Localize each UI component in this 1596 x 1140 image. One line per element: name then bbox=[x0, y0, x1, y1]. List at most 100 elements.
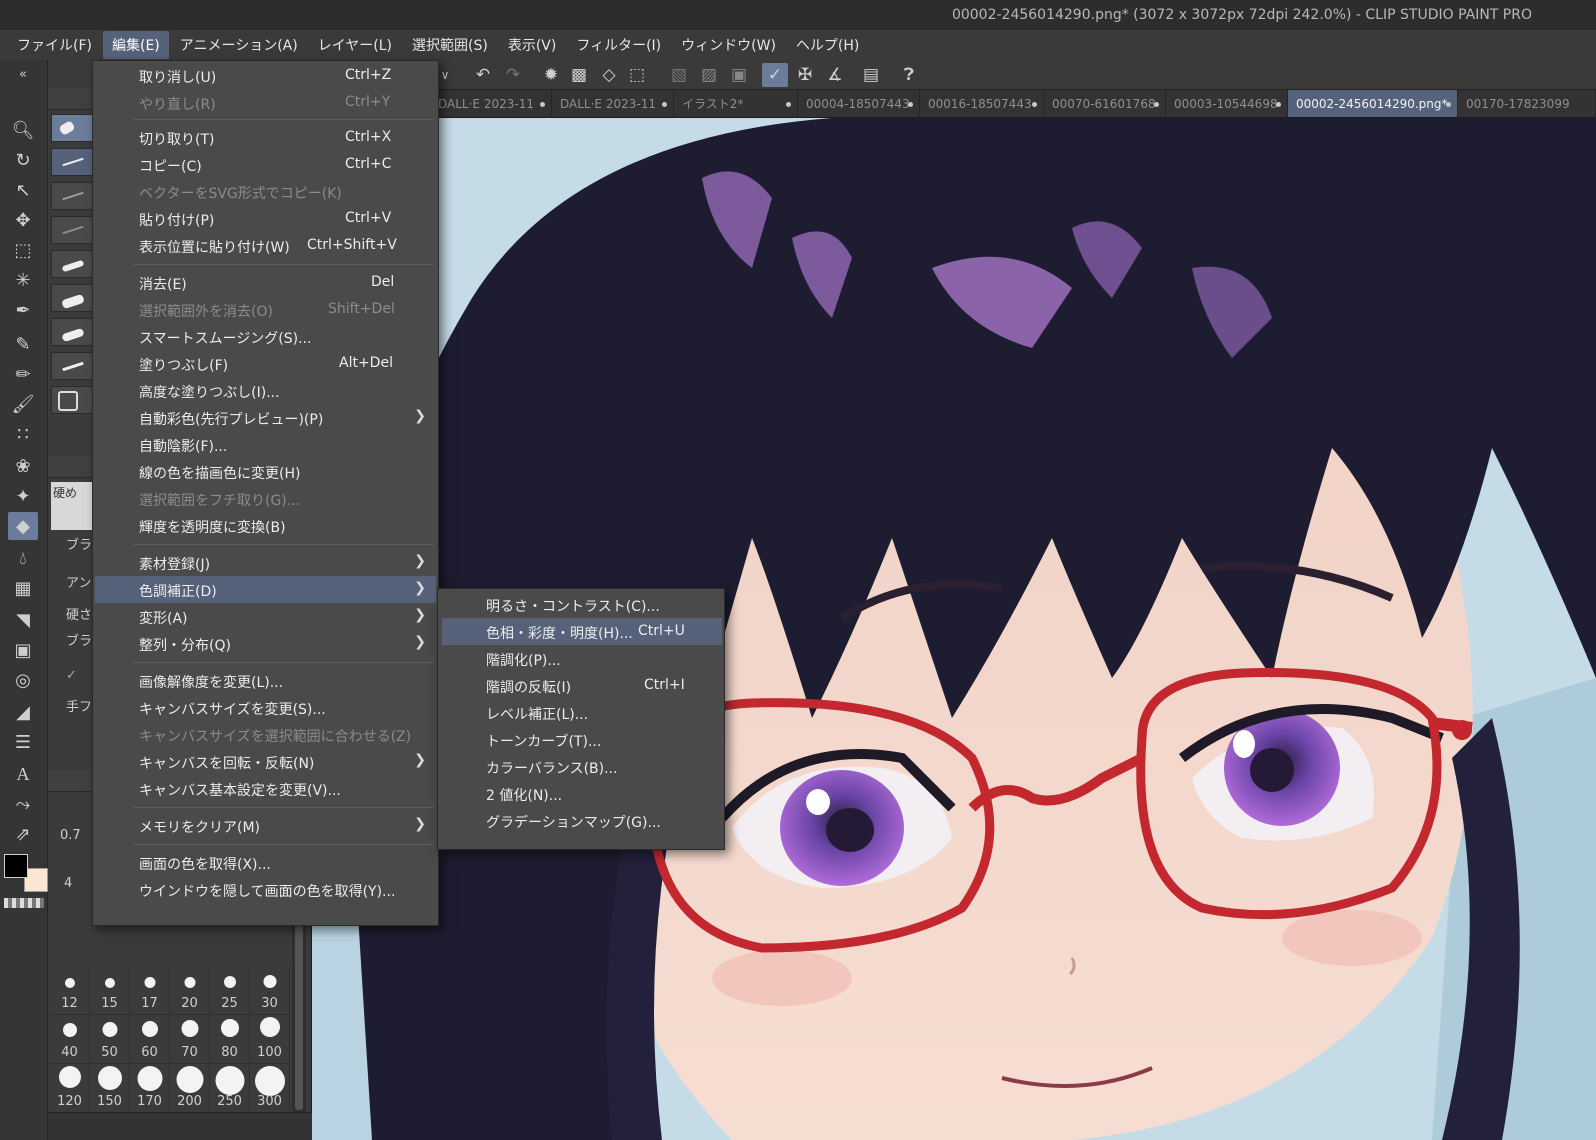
lasso-fill-icon[interactable]: ◎ bbox=[8, 666, 38, 694]
rotate-tool-icon[interactable]: ↻ bbox=[8, 146, 38, 174]
tab-doc-active[interactable]: 00002-2456014290.png* bbox=[1288, 90, 1458, 117]
balloon-tool-icon[interactable]: ⤳ bbox=[8, 790, 38, 818]
menu-undo[interactable]: 取り消し(U) Ctrl+Z bbox=[95, 62, 436, 89]
menu-auto-color[interactable]: 自動彩色(先行プレビュー)(P) ❯ bbox=[95, 404, 436, 431]
pen-tool-icon[interactable]: ✎ bbox=[8, 330, 38, 358]
tab-doc-2[interactable]: DALL·E 2023-11 bbox=[552, 90, 674, 117]
menu-edit[interactable]: 編集(E) bbox=[102, 31, 169, 59]
menu-tonal-correction[interactable]: 色調補正(D) ❯ bbox=[95, 576, 436, 603]
brush-size-cell[interactable]: 17 bbox=[130, 966, 170, 1015]
menu-level-correction[interactable]: レベル補正(L)... bbox=[442, 699, 722, 726]
main-color-swatch[interactable] bbox=[4, 854, 28, 878]
tab-doc-3[interactable]: イラスト2* bbox=[674, 90, 798, 117]
menu-clear[interactable]: 消去(E) Del bbox=[95, 269, 436, 296]
brush-size-cell[interactable]: 250 bbox=[210, 1064, 250, 1113]
subtool-brush-2[interactable] bbox=[51, 182, 93, 210]
brush-size-cell[interactable]: 15 bbox=[90, 966, 130, 1015]
subtool-brush-5[interactable] bbox=[51, 284, 93, 312]
menu-copy[interactable]: コピー(C) Ctrl+C bbox=[95, 151, 436, 178]
brush-size-cell[interactable]: 150 bbox=[90, 1064, 130, 1113]
crop-icon[interactable]: ▣ bbox=[726, 63, 752, 87]
menu-auto-shading[interactable]: 自動陰影(F)... bbox=[95, 431, 436, 458]
object-tool-icon[interactable]: ↖ bbox=[8, 176, 38, 204]
menu-clear-outside[interactable]: 選択範囲外を消去(O) Shift+Del bbox=[95, 296, 436, 323]
menu-advanced-fill[interactable]: 高度な塗りつぶし(I)... bbox=[95, 377, 436, 404]
clear-outside-icon[interactable]: ▧ bbox=[666, 63, 692, 87]
eraser-tool-icon[interactable]: ◆ bbox=[8, 512, 38, 540]
menu-smart-smoothing[interactable]: スマートスムージング(S)... bbox=[95, 323, 436, 350]
menu-hide-window-obtain-color[interactable]: ウインドウを隠して画面の色を取得(Y)... bbox=[95, 876, 436, 903]
blend-tool-icon[interactable]: 💧︎ bbox=[8, 544, 38, 572]
transform-icon[interactable]: ⬚ bbox=[624, 63, 650, 87]
fill-icon[interactable]: ◇ bbox=[596, 63, 622, 87]
device-icon[interactable]: ▤ bbox=[858, 63, 884, 87]
menu-change-line-color[interactable]: 線の色を描画色に変更(H) bbox=[95, 458, 436, 485]
brush-size-cell[interactable]: 80 bbox=[210, 1015, 250, 1064]
menu-obtain-screen-color[interactable]: 画面の色を取得(X)... bbox=[95, 849, 436, 876]
menu-window[interactable]: ウィンドウ(W) bbox=[672, 31, 785, 59]
menu-luminance-to-opacity[interactable]: 輝度を透明度に変換(B) bbox=[95, 512, 436, 539]
menu-layer[interactable]: レイヤー(L) bbox=[309, 31, 401, 59]
select-all-icon[interactable]: ▩ bbox=[566, 63, 592, 87]
menu-gradient-map[interactable]: グラデーションマップ(G)... bbox=[442, 807, 722, 834]
menu-color-balance[interactable]: カラーバランス(B)... bbox=[442, 753, 722, 780]
ruler-tool-icon[interactable]: ☰ bbox=[8, 728, 38, 756]
brush-size-cell[interactable]: 12 bbox=[50, 966, 90, 1015]
collapse-icon[interactable]: « bbox=[8, 64, 38, 84]
subtool-brush-8[interactable] bbox=[51, 386, 93, 414]
menu-hue-saturation-luminosity[interactable]: 色相・彩度・明度(H)... Ctrl+U bbox=[442, 618, 722, 645]
menu-transform[interactable]: 変形(A) ❯ bbox=[95, 603, 436, 630]
menu-help[interactable]: ヘルプ(H) bbox=[787, 31, 868, 59]
menu-clear-memory[interactable]: メモリをクリア(M) ❯ bbox=[95, 812, 436, 839]
text-tool-icon[interactable]: A bbox=[8, 760, 38, 788]
menu-border-selection[interactable]: 選択範囲をフチ取り(G)... bbox=[95, 485, 436, 512]
magic-wand-icon[interactable]: ✳ bbox=[8, 266, 38, 294]
menu-reverse-gradient[interactable]: 階調の反転(I) Ctrl+I bbox=[442, 672, 722, 699]
sparkle-tool-icon[interactable]: ✦ bbox=[8, 482, 38, 510]
tab-doc-1[interactable]: DALL·E 2023-11 bbox=[430, 90, 552, 117]
brush-size-cell[interactable]: 100 bbox=[250, 1015, 290, 1064]
menu-change-canvas-size[interactable]: キャンバスサイズを変更(S)... bbox=[95, 694, 436, 721]
menu-copy-vector-svg[interactable]: ベクターをSVG形式でコピー(K) bbox=[95, 178, 436, 205]
tab-doc-5[interactable]: 00016-18507443 bbox=[920, 90, 1044, 117]
menu-binarization[interactable]: 2 値化(N)... bbox=[442, 780, 722, 807]
menu-selection[interactable]: 選択範囲(S) bbox=[403, 31, 497, 59]
menu-fit-canvas-to-selection[interactable]: キャンバスサイズを選択範囲に合わせる(Z) bbox=[95, 721, 436, 748]
menu-tone-curve[interactable]: トーンカーブ(T)... bbox=[442, 726, 722, 753]
brush-size-cell[interactable]: 170 bbox=[130, 1064, 170, 1113]
menu-view[interactable]: 表示(V) bbox=[499, 31, 566, 59]
menu-paste[interactable]: 貼り付け(P) Ctrl+V bbox=[95, 205, 436, 232]
tab-doc-7[interactable]: 00003-10544698 bbox=[1166, 90, 1288, 117]
fill-tool-icon[interactable]: ◥ bbox=[8, 606, 38, 634]
subtool-eraser[interactable] bbox=[51, 114, 93, 142]
brush-size-cell[interactable]: 30 bbox=[250, 966, 290, 1015]
gradient-tool-icon[interactable]: ▣ bbox=[8, 636, 38, 664]
correction-tool-icon[interactable]: ⇗ bbox=[8, 820, 38, 848]
brush-size-cell[interactable]: 25 bbox=[210, 966, 250, 1015]
selection-tool-icon[interactable]: ⬚ bbox=[8, 236, 38, 264]
menu-filter[interactable]: フィルター(I) bbox=[567, 31, 670, 59]
brush-size-cell[interactable]: 200 bbox=[170, 1064, 210, 1113]
tab-doc-9[interactable]: 00170-17823099 bbox=[1458, 90, 1596, 117]
menu-animation[interactable]: アニメーション(A) bbox=[171, 31, 307, 59]
subtool-brush-1[interactable] bbox=[51, 148, 93, 176]
brush-size-cell[interactable]: 300 bbox=[250, 1064, 290, 1113]
menu-posterize[interactable]: 階調化(P)... bbox=[442, 645, 722, 672]
tab-doc-4[interactable]: 00004-18507443 bbox=[798, 90, 920, 117]
tab-doc-6[interactable]: 00070-61601768 bbox=[1044, 90, 1166, 117]
subtool-brush-7[interactable] bbox=[51, 352, 93, 380]
brush-size-cell[interactable]: 40 bbox=[50, 1015, 90, 1064]
snap-ruler-icon[interactable]: ✓ bbox=[762, 63, 788, 87]
snap-special-icon[interactable]: ✠ bbox=[792, 63, 818, 87]
clear-icon[interactable]: ▨ bbox=[696, 63, 722, 87]
brush-size-cell[interactable]: 60 bbox=[130, 1015, 170, 1064]
frame-tool-icon[interactable]: ◢ bbox=[8, 698, 38, 726]
decoration-tool-icon[interactable]: ❀ bbox=[8, 452, 38, 480]
brush-tool-icon[interactable]: 🖌︎ bbox=[8, 390, 38, 418]
help-icon[interactable]: ❓︎ bbox=[896, 63, 922, 87]
menu-register-material[interactable]: 素材登録(J) ❯ bbox=[95, 549, 436, 576]
menu-redo[interactable]: やり直し(R) Ctrl+Y bbox=[95, 89, 436, 116]
move-layer-icon[interactable]: ✥ bbox=[8, 206, 38, 234]
subtool-brush-6[interactable] bbox=[51, 318, 93, 346]
undo-icon[interactable]: ↶ bbox=[470, 63, 496, 87]
